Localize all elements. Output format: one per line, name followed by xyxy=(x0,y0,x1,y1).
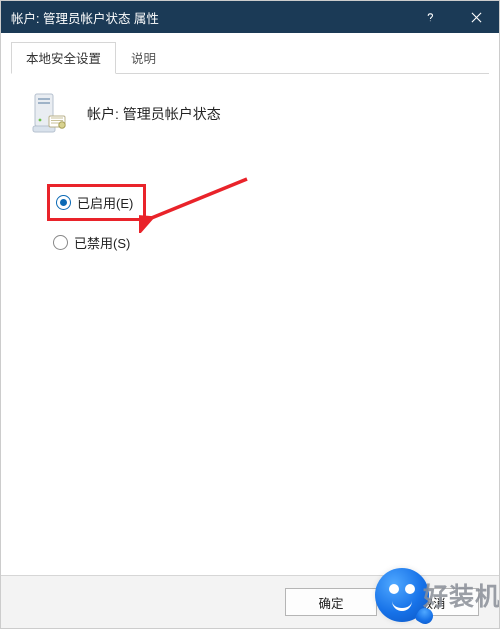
button-label: 确定 xyxy=(318,593,343,612)
window-controls xyxy=(407,1,499,33)
radio-group: 已启用(E) 已禁用(S) xyxy=(47,184,475,256)
help-icon xyxy=(425,12,436,23)
titlebar: 帐户: 管理员帐户状态 属性 xyxy=(1,1,499,33)
radio-enabled-label: 已启用(E) xyxy=(77,193,133,212)
policy-header: 帐户: 管理员帐户状态 xyxy=(29,92,475,136)
tabs-wrap: 本地安全设置 说明 xyxy=(1,33,499,276)
radio-on-icon xyxy=(56,195,71,210)
tab-label: 本地安全设置 xyxy=(26,52,101,66)
tabstrip: 本地安全设置 说明 xyxy=(11,41,489,74)
radio-enabled[interactable]: 已启用(E) xyxy=(47,184,146,221)
tab-content: 帐户: 管理员帐户状态 已启用(E) 已禁用(S) xyxy=(11,74,489,276)
client-area: 本地安全设置 说明 xyxy=(1,33,499,628)
tab-explain[interactable]: 说明 xyxy=(116,42,171,74)
radio-off-icon xyxy=(53,235,68,250)
help-button[interactable] xyxy=(407,1,453,33)
radio-disabled-label: 已禁用(S) xyxy=(74,233,130,252)
radio-disabled[interactable]: 已禁用(S) xyxy=(47,229,475,256)
watermark-text: 好装机 xyxy=(423,577,500,613)
ok-button[interactable]: 确定 xyxy=(285,588,377,616)
close-icon xyxy=(471,12,482,23)
close-button[interactable] xyxy=(453,1,499,33)
window-title: 帐户: 管理员帐户状态 属性 xyxy=(1,8,159,27)
mascot-icon xyxy=(375,568,429,622)
properties-dialog: 帐户: 管理员帐户状态 属性 本地安全设置 说明 xyxy=(0,0,500,629)
watermark: 好装机 xyxy=(375,568,500,622)
tab-local-security[interactable]: 本地安全设置 xyxy=(11,42,116,74)
policy-title: 帐户: 管理员帐户状态 xyxy=(87,104,221,124)
tab-label: 说明 xyxy=(131,52,156,66)
server-icon xyxy=(29,92,69,136)
